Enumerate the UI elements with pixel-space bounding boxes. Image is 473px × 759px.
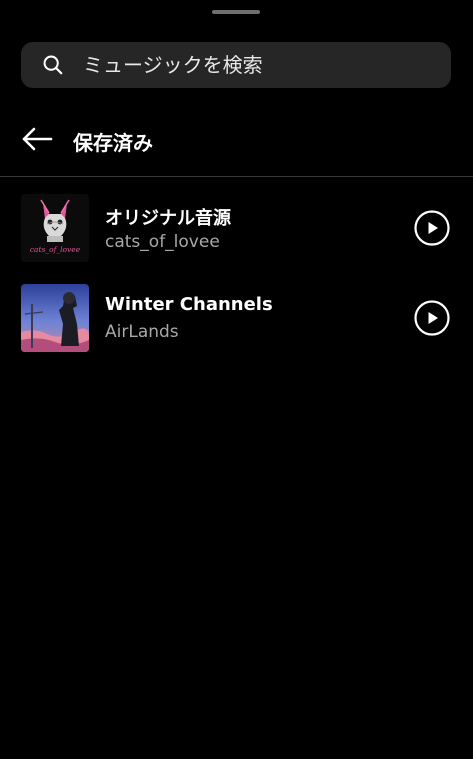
page-title: 保存済み	[73, 130, 153, 155]
track-title: Winter Channels	[105, 294, 273, 315]
header-divider	[0, 176, 473, 177]
arrow-left-icon	[21, 127, 53, 155]
saved-header: 保存済み	[0, 118, 473, 164]
search-icon	[41, 53, 65, 77]
play-icon	[414, 210, 450, 246]
track-thumbnail: cats_of_lovee	[21, 194, 89, 262]
track-row[interactable]: Winter Channels AirLands	[0, 283, 473, 353]
track-title: オリジナル音源	[105, 208, 231, 229]
track-row[interactable]: cats_of_lovee オリジナル音源 cats_of_lovee	[0, 193, 473, 263]
music-search-bar[interactable]	[21, 42, 451, 88]
play-button[interactable]	[414, 300, 450, 336]
play-button[interactable]	[414, 210, 450, 246]
thumbnail-caption: cats_of_lovee	[30, 245, 81, 254]
back-button[interactable]	[20, 124, 54, 158]
music-search-input[interactable]	[83, 53, 403, 77]
play-icon	[414, 300, 450, 336]
saved-audio-sheet: 保存済み cats_of_lovee	[0, 0, 473, 759]
track-artist: AirLands	[105, 322, 179, 342]
track-artist: cats_of_lovee	[105, 232, 220, 252]
sheet-drag-handle[interactable]	[212, 10, 260, 14]
track-thumbnail	[21, 284, 89, 352]
